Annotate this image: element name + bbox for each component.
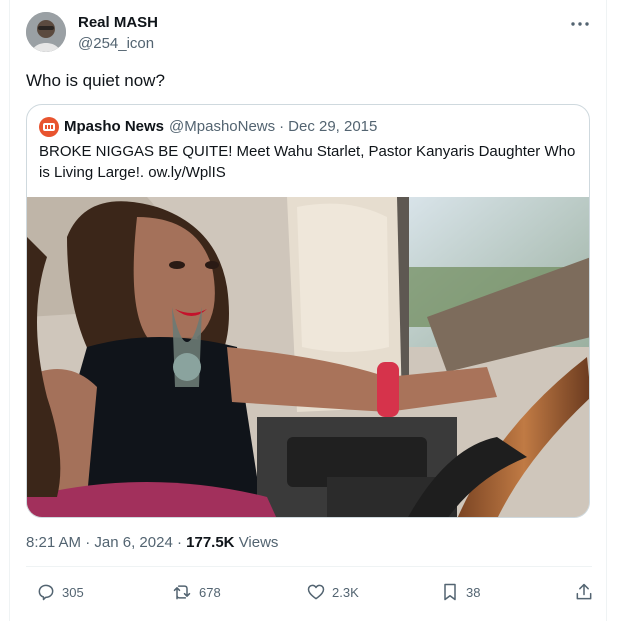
repost-button[interactable]: 678 xyxy=(171,580,221,604)
meta-separator-2: · xyxy=(176,534,182,551)
author-info: Real MASH @254_icon xyxy=(78,14,158,54)
heart-icon xyxy=(307,584,325,600)
bookmark-button[interactable]: 38 xyxy=(440,580,480,604)
tweet-date[interactable]: Jan 6, 2024 xyxy=(94,534,172,551)
meta-separator: · xyxy=(85,534,91,551)
views-count: 177.5K xyxy=(186,534,235,551)
more-options-button[interactable] xyxy=(568,14,592,34)
author-handle[interactable]: @254_icon xyxy=(78,34,158,54)
reply-icon xyxy=(38,584,54,601)
like-count: 2.3K xyxy=(332,584,359,600)
like-button[interactable]: 2.3K xyxy=(306,580,359,604)
reply-button[interactable]: 305 xyxy=(36,580,84,604)
bookmark-count: 38 xyxy=(466,584,481,600)
tweet-meta: 8:21 AM · Jan 6, 2024 · 177.5K Views xyxy=(26,533,278,553)
views-label: Views xyxy=(238,534,279,551)
tweet-text: Who is quiet now? xyxy=(26,71,165,90)
mpasho-logo-icon[interactable] xyxy=(39,117,59,137)
quoted-handle[interactable]: @MpashoNews xyxy=(169,117,275,137)
ellipsis-icon xyxy=(571,22,589,26)
share-button[interactable] xyxy=(574,580,600,604)
user-avatar-photo-icon xyxy=(26,12,66,52)
reply-count: 305 xyxy=(62,584,84,600)
tweet-time[interactable]: 8:21 AM xyxy=(26,534,81,551)
quoted-separator: · xyxy=(279,118,285,135)
mpasho-logo-mark xyxy=(43,123,55,131)
quoted-display-name[interactable]: Mpasho News xyxy=(64,117,164,137)
action-bar: 305 678 2.3K 38 xyxy=(26,580,592,604)
bookmark-icon xyxy=(444,583,456,601)
share-icon xyxy=(576,583,592,600)
repost-count: 678 xyxy=(199,584,221,600)
divider xyxy=(26,566,592,567)
author-display-name[interactable]: Real MASH xyxy=(78,14,158,32)
quoted-tweet[interactable]: Mpasho News @MpashoNews · Dec 29, 2015 B… xyxy=(26,104,590,518)
quoted-tweet-photo[interactable] xyxy=(27,197,589,517)
quoted-date[interactable]: Dec 29, 2015 xyxy=(288,117,377,137)
author-avatar[interactable] xyxy=(26,12,66,52)
repost-icon xyxy=(173,585,191,600)
photo-woman-in-car-icon xyxy=(27,197,589,517)
quoted-tweet-header: Mpasho News @MpashoNews · Dec 29, 2015 xyxy=(39,117,377,137)
tweet-card: Real MASH @254_icon Who is quiet now? Mp… xyxy=(9,0,607,621)
quoted-tweet-text: BROKE NIGGAS BE QUITE! Meet Wahu Starlet… xyxy=(39,143,576,181)
